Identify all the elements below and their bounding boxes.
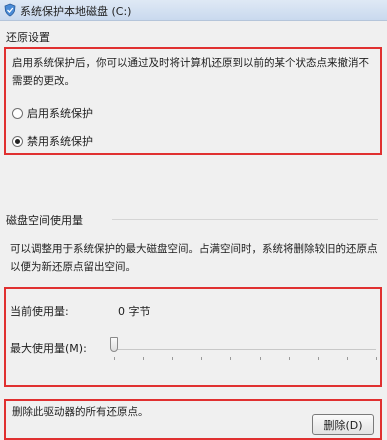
slider-tick bbox=[230, 357, 232, 360]
shield-icon bbox=[4, 3, 16, 17]
slider-tick bbox=[346, 357, 348, 360]
slider-tick bbox=[259, 357, 261, 360]
window-title: 系统保护本地磁盘 (C:) bbox=[20, 5, 132, 18]
max-usage-slider-thumb[interactable] bbox=[110, 337, 118, 352]
current-usage-label: 当前使用量: bbox=[10, 305, 69, 318]
slider-tick bbox=[172, 357, 174, 360]
slider-tick bbox=[201, 357, 203, 360]
enable-protection-option[interactable]: 启用系统保护 bbox=[12, 105, 93, 121]
current-usage-value: 0 字节 bbox=[118, 305, 151, 318]
enable-protection-label: 启用系统保护 bbox=[27, 107, 93, 120]
disk-usage-separator bbox=[112, 219, 378, 220]
restore-settings-description: 启用系统保护后，你可以通过及时将计算机还原到以前的某个状态点来撤消不需要的更改。 bbox=[12, 57, 369, 87]
enable-protection-radio[interactable] bbox=[12, 107, 23, 119]
max-usage-slider-track[interactable] bbox=[114, 349, 376, 350]
disable-protection-label: 禁用系统保护 bbox=[27, 135, 93, 148]
restore-settings-heading: 还原设置 bbox=[6, 31, 50, 44]
usage-highlight bbox=[4, 287, 382, 387]
title-bar: 系统保护本地磁盘 (C:) bbox=[0, 0, 387, 21]
slider-tick bbox=[317, 357, 319, 360]
slider-tick bbox=[376, 357, 377, 360]
max-usage-label: 最大使用量(M): bbox=[10, 342, 87, 355]
disable-protection-radio[interactable] bbox=[12, 135, 23, 147]
slider-tick bbox=[143, 357, 145, 360]
disk-usage-heading: 磁盘空间使用量 bbox=[6, 214, 83, 227]
disable-protection-option[interactable]: 禁用系统保护 bbox=[12, 133, 93, 149]
delete-description: 删除此驱动器的所有还原点。 bbox=[12, 406, 149, 418]
disk-usage-description: 可以调整用于系统保护的最大磁盘空间。占满空间时，系统将删除较旧的还原点以便为新还… bbox=[10, 243, 378, 273]
slider-tick bbox=[288, 357, 290, 360]
slider-tick bbox=[114, 357, 115, 360]
delete-button[interactable]: 删除(D) bbox=[312, 414, 374, 435]
